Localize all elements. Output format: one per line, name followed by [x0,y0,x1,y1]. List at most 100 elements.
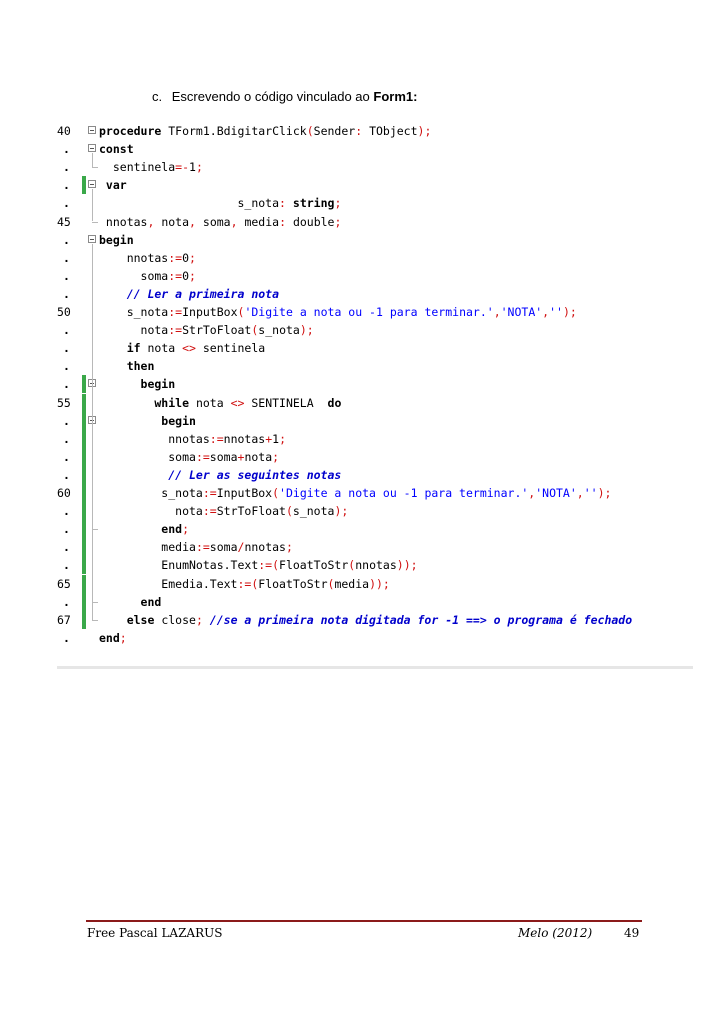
code-token: end [99,594,162,609]
code-token: Sender [313,124,356,138]
code-token: := [168,250,183,265]
code-text: const [99,140,134,158]
line-number: . [63,268,70,283]
code-token: sentinela [99,160,176,175]
code-token: end [99,630,120,645]
code-line: . end; [57,520,693,539]
code-token: nota [99,504,203,519]
line-number: 50 [57,305,71,319]
code-token: ; [189,268,196,283]
code-token: ( [306,124,314,138]
fold-guide-line [92,189,93,222]
code-token: , [189,214,196,229]
code-text: var [99,176,127,194]
code-text: end; [99,629,127,647]
code-token: // Ler a primeira nota [99,286,280,301]
fold-guide-end [92,221,98,223]
code-token: TObject [362,124,418,138]
line-number: . [63,341,70,356]
modified-line-marker [82,520,86,539]
modified-line-marker [82,411,86,430]
code-line: . var [57,176,693,195]
code-line: 55 while nota <> SENTINELA do [57,393,693,412]
code-text: end; [99,520,189,538]
code-token: 'Digite a nota ou -1 para terminar.' [244,305,494,319]
code-token: 'Digite a nota ou -1 para terminar.' [279,486,529,500]
code-token: FloatToStr [279,558,349,573]
code-token: double [286,214,335,229]
code-token: 'NOTA' [500,305,543,319]
code-line: . begin [57,231,693,249]
code-token: ( [285,504,293,519]
fold-toggle-icon[interactable] [88,234,96,243]
code-line: . begin [57,411,693,430]
modified-line-marker [82,592,86,611]
code-text: sentinela=-1; [99,158,203,176]
code-token: Emedia.Text [99,576,238,591]
code-token: sentinela [195,341,266,356]
code-line: . end [57,592,693,611]
code-token: nnotas [99,214,148,229]
code-text: nnotas:=nnotas+1; [99,430,286,448]
code-text: while nota <> SENTINELA do [99,394,341,412]
code-line: . nnotas:=0; [57,249,693,267]
code-token: =- [175,160,190,175]
code-token: ; [119,630,127,645]
line-number: 45 [57,214,71,229]
code-line: . media:=soma/nnotas; [57,538,693,557]
code-token: nnotas [244,540,286,555]
code-token: : [279,196,286,211]
code-token: s_nota [99,486,203,500]
fold-guide-line [92,153,93,168]
code-token: ; [195,160,203,175]
code-token: , [230,214,238,229]
fold-guide-end [92,167,98,169]
heading-form-name: Form1: [373,89,418,104]
modified-line-marker [82,484,86,502]
footer-title: Free Pascal LAZARUS [87,926,223,940]
code-token: nnotas [223,431,266,446]
code-line: . const [57,140,693,158]
code-text: if nota <> sentinela [99,339,266,357]
code-token: s_nota [99,196,280,211]
code-token: ( [272,486,280,500]
code-text: procedure TForm1.BdigitarClick(Sender: T… [99,122,431,140]
code-token: , [493,305,501,319]
code-token: var [99,178,127,193]
code-token: ; [272,449,280,464]
code-token: soma [195,214,231,229]
fold-toggle-icon[interactable] [88,144,96,153]
code-token: := [202,486,217,500]
code-line: 40 procedure TForm1.BdigitarClick(Sender:… [57,122,693,140]
modified-line-marker [82,465,86,484]
code-line: . s_nota: string; [57,194,693,212]
line-number: . [63,359,70,374]
code-token: := [202,504,217,519]
modified-line-marker [82,538,86,557]
code-token: else [99,612,155,627]
code-token: ); [334,504,349,519]
code-token: // Ler as seguintes notas [99,467,342,482]
code-line: . nota:=StrToFloat(s_nota); [57,321,693,339]
code-token: '' [583,486,598,500]
line-number: . [63,160,70,175]
code-token: if [99,341,141,356]
code-token: ); [597,486,612,500]
code-token: TForm1.BdigitarClick [161,124,307,138]
code-token: ; [334,196,342,211]
code-token: ; [279,431,286,446]
code-line: . end; [57,629,693,647]
fold-toggle-icon[interactable] [88,180,96,189]
code-token: := [195,449,210,464]
line-number: . [63,232,70,247]
line-number: 40 [57,124,71,138]
fold-toggle-icon[interactable] [88,126,96,134]
code-token: string [292,196,335,211]
code-token: s_nota [99,305,169,319]
line-number: 60 [57,486,71,500]
code-token: while [99,395,190,410]
footer-rule [86,920,642,922]
code-token: ); [417,124,432,138]
code-line: 45 nnotas, nota, soma, media: double; [57,213,693,231]
code-token: :=( [237,576,259,591]
